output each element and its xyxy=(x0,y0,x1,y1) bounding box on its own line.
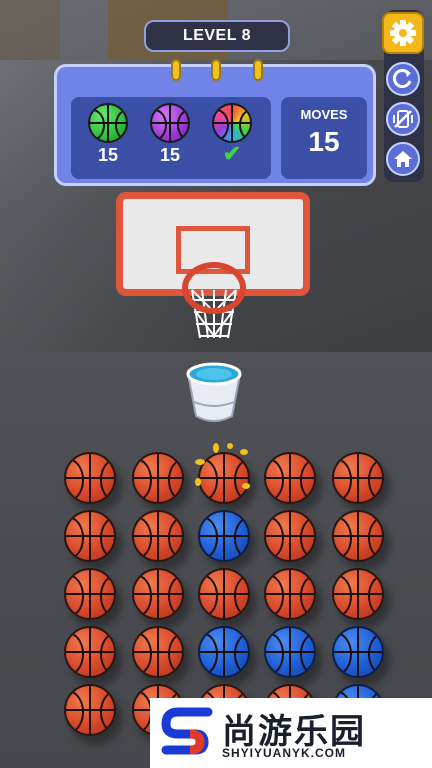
vibration-off-icon xyxy=(393,110,413,128)
orange-basketball[interactable] xyxy=(132,452,184,504)
goal-count: 15 xyxy=(97,145,119,165)
rainbow-ball-icon xyxy=(212,103,252,143)
orange-basketball[interactable] xyxy=(132,510,184,562)
selection-splash xyxy=(195,443,250,489)
panel-ring xyxy=(211,59,221,81)
orange-basketball[interactable] xyxy=(198,568,250,620)
home-button[interactable] xyxy=(386,142,420,176)
orange-basketball[interactable] xyxy=(132,626,184,678)
goal-rainbow: ✔ xyxy=(209,103,255,165)
orange-basketball[interactable] xyxy=(264,452,316,504)
moves-value: 15 xyxy=(308,126,340,157)
home-icon xyxy=(394,151,412,167)
orange-basketball[interactable] xyxy=(132,568,184,620)
orange-basketball[interactable] xyxy=(64,452,116,504)
green-ball-icon xyxy=(88,103,128,143)
goal-green: 15 xyxy=(85,103,131,166)
orange-basketball[interactable] xyxy=(264,510,316,562)
blue-basketball[interactable] xyxy=(198,626,250,678)
blue-basketball[interactable] xyxy=(198,510,250,562)
orange-basketball[interactable] xyxy=(264,568,316,620)
goal-targets: 15 15 ✔ xyxy=(71,97,271,179)
gear-icon xyxy=(390,20,416,46)
hoop-rim xyxy=(182,262,246,314)
watermark-logo xyxy=(161,707,213,755)
site-watermark: 尚游乐园 SHYIYUANYK.COM xyxy=(150,698,432,768)
background-wall-panel xyxy=(0,0,60,60)
moves-counter: MOVES 15 xyxy=(281,97,367,179)
orange-basketball[interactable] xyxy=(332,568,384,620)
orange-basketball[interactable] xyxy=(64,510,116,562)
watermark-english: SHYIYUANYK.COM xyxy=(222,746,347,760)
vibration-toggle-button[interactable] xyxy=(386,102,420,136)
level-indicator: LEVEL 8 xyxy=(144,20,290,52)
moves-label: MOVES xyxy=(300,107,348,122)
restart-button[interactable] xyxy=(386,62,420,96)
panel-ring xyxy=(171,59,181,81)
level-label: LEVEL 8 xyxy=(182,27,252,44)
purple-ball-icon xyxy=(150,103,190,143)
orange-basketball[interactable] xyxy=(332,510,384,562)
orange-basketball[interactable] xyxy=(64,626,116,678)
settings-button[interactable] xyxy=(382,12,424,54)
check-icon: ✔ xyxy=(222,141,242,166)
orange-basketball[interactable] xyxy=(64,684,116,736)
panel-ring xyxy=(253,59,263,81)
goal-count: 15 xyxy=(159,145,181,165)
goal-panel: 15 15 ✔ MOVES 15 xyxy=(54,59,376,186)
blue-basketball[interactable] xyxy=(332,626,384,678)
restart-icon xyxy=(392,69,412,88)
water-cup xyxy=(186,362,242,422)
blue-basketball[interactable] xyxy=(264,626,316,678)
orange-basketball[interactable] xyxy=(332,452,384,504)
goal-purple: 15 xyxy=(147,103,193,166)
orange-basketball[interactable] xyxy=(64,568,116,620)
